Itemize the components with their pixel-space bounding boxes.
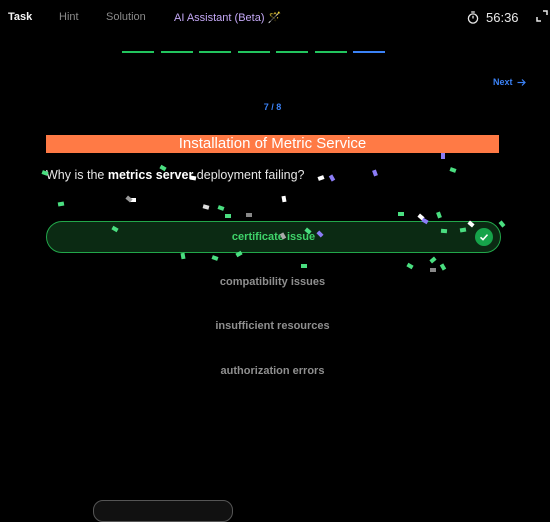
next-button[interactable]: Next [493,77,526,87]
question-text: Why is the metrics server deployment fai… [46,168,305,182]
confetti-piece [180,252,186,260]
answer-option-certificate-issue[interactable]: certificate issue [46,221,501,253]
tab-ai-assistant[interactable]: AI Assistant (Beta) 🪄 [174,11,281,24]
confetti-piece [317,175,325,181]
timer-value: 56:36 [486,10,519,25]
confetti-piece [449,167,457,173]
answer-option-compatibility-issues[interactable]: compatibility issues [46,266,499,298]
progress-segment [276,51,308,53]
answer-option-authorization-errors[interactable]: authorization errors [46,355,499,387]
tab-solution[interactable]: Solution [106,11,146,23]
progress-segment [160,51,193,53]
answer-option-insufficient-resources[interactable]: insufficient resources [46,310,499,342]
confetti-piece [281,195,287,203]
bottom-pill-button[interactable] [93,500,233,522]
confetti-piece [498,220,506,228]
progress-segment [314,51,347,53]
timer: 56:36 [467,10,519,25]
next-button-label: Next [493,77,513,87]
question-prefix: Why is the [46,168,108,182]
progress-segment [237,51,270,53]
check-icon [475,228,493,246]
confetti-piece [225,214,231,218]
confetti-piece [372,169,378,177]
confetti-piece [246,213,252,217]
confetti-piece [57,201,65,207]
tab-hint[interactable]: Hint [59,11,79,23]
confetti-piece [417,213,425,221]
question-emphasis: metrics server [107,168,194,182]
progress-segment [199,51,231,53]
question-counter: 7 / 8 [263,102,282,112]
confetti-piece [217,205,225,211]
tab-ai-assistant-label: AI Assistant (Beta) [174,12,265,24]
confetti-piece [328,174,336,182]
question-title: Installation of Metric Service [46,135,499,153]
confetti-decoration [41,153,506,272]
question-suffix: deployment failing? [193,168,305,182]
tab-task[interactable]: Task [8,11,32,23]
confetti-piece [125,195,133,203]
confetti-piece [436,211,442,219]
confetti-piece [130,198,136,202]
arrow-right-icon [517,78,526,86]
confetti-piece [202,204,210,210]
magic-wand-icon: 🪄 [267,12,282,24]
top-tab-bar: Task Hint Solution AI Assistant (Beta) 🪄 … [0,0,550,36]
confetti-piece [398,212,404,216]
expand-icon[interactable] [535,9,549,23]
question-progress [122,51,386,53]
progress-segment [353,51,385,53]
confetti-piece [441,153,445,159]
answer-option-label: certificate issue [231,231,316,243]
confetti-piece [429,256,437,264]
stopwatch-icon [467,11,479,24]
confetti-piece [211,255,219,261]
progress-segment [122,51,154,53]
